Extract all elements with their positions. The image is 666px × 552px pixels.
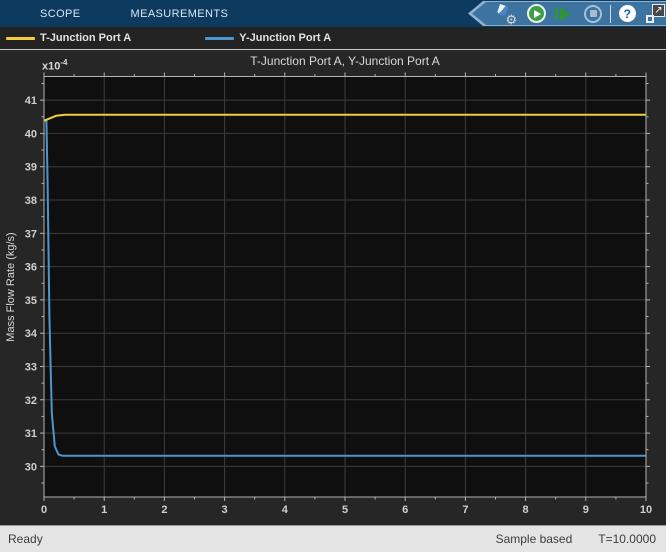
y-tick-label: 31: [25, 428, 37, 440]
legend-item-y-junction[interactable]: Y-Junction Port A: [205, 32, 399, 44]
step-forward-button[interactable]: [552, 3, 573, 25]
stop-icon: [584, 5, 602, 23]
y-tick-label: 39: [25, 162, 37, 174]
legend-bar: T-Junction Port A Y-Junction Port A: [0, 27, 666, 50]
y-tick-label: 37: [25, 228, 37, 240]
help-button[interactable]: ?: [617, 3, 638, 25]
chart-title: T-Junction Port A, Y-Junction Port A: [44, 54, 646, 68]
popout-button[interactable]: ↗: [645, 3, 666, 25]
x-tick-label: 9: [583, 504, 589, 516]
run-icon: [527, 4, 546, 23]
y-axis-multiplier: x10-4: [42, 58, 67, 73]
popout-icon: ↗: [646, 4, 665, 23]
tab-scope[interactable]: SCOPE: [36, 8, 85, 20]
x-tick-label: 3: [222, 504, 228, 516]
y-tick-label: 32: [25, 395, 37, 407]
legend-swatch-yellow: [6, 37, 35, 40]
y-tick-label: 41: [25, 95, 37, 107]
x-tick-label: 10: [640, 504, 652, 516]
x-tick-label: 5: [342, 504, 348, 516]
status-sim-time: T=10.0000: [598, 532, 656, 546]
status-sample-mode: Sample based: [496, 532, 573, 546]
status-ready: Ready: [8, 532, 496, 546]
y-tick-label: 34: [25, 328, 38, 340]
tab-bar: SCOPE MEASUREMENTS ⚙ ? ↗: [0, 0, 666, 27]
y-tick-label: 36: [25, 262, 37, 274]
stop-button[interactable]: [583, 3, 604, 25]
status-bar: Ready Sample based T=10.0000: [0, 525, 666, 552]
toolbar-separator: [610, 5, 611, 23]
legend-label: T-Junction Port A: [40, 32, 131, 44]
chart-region: T-Junction Port A, Y-Junction Port A x10…: [0, 51, 666, 525]
y-tick-label: 35: [25, 295, 37, 307]
x-tick-label: 0: [41, 504, 47, 516]
y-tick-label: 38: [25, 195, 37, 207]
y-axis-label: Mass Flow Rate (kg/s): [5, 182, 17, 392]
x-tick-label: 7: [462, 504, 468, 516]
legend-swatch-blue: [205, 37, 234, 40]
x-tick-label: 8: [523, 504, 529, 516]
run-button[interactable]: [526, 3, 547, 25]
help-icon: ?: [619, 5, 636, 22]
y-tick-label: 40: [25, 128, 37, 140]
legend-label: Y-Junction Port A: [239, 32, 331, 44]
x-tick-label: 4: [282, 504, 289, 516]
x-tick-label: 1: [101, 504, 107, 516]
x-tick-label: 2: [161, 504, 167, 516]
legend-item-t-junction[interactable]: T-Junction Port A: [6, 32, 199, 44]
stepping-options-button[interactable]: ⚙: [496, 3, 517, 25]
tab-measurements[interactable]: MEASUREMENTS: [127, 8, 233, 20]
y-tick-label: 33: [25, 361, 37, 373]
toolbar: ⚙ ? ↗: [472, 2, 666, 25]
y-tick-label: 30: [25, 461, 37, 473]
gear-icon: ⚙: [506, 13, 518, 26]
step-forward-icon: [555, 7, 558, 20]
plot-canvas[interactable]: 012345678910303132333435363738394041: [0, 51, 666, 525]
x-tick-label: 6: [402, 504, 408, 516]
